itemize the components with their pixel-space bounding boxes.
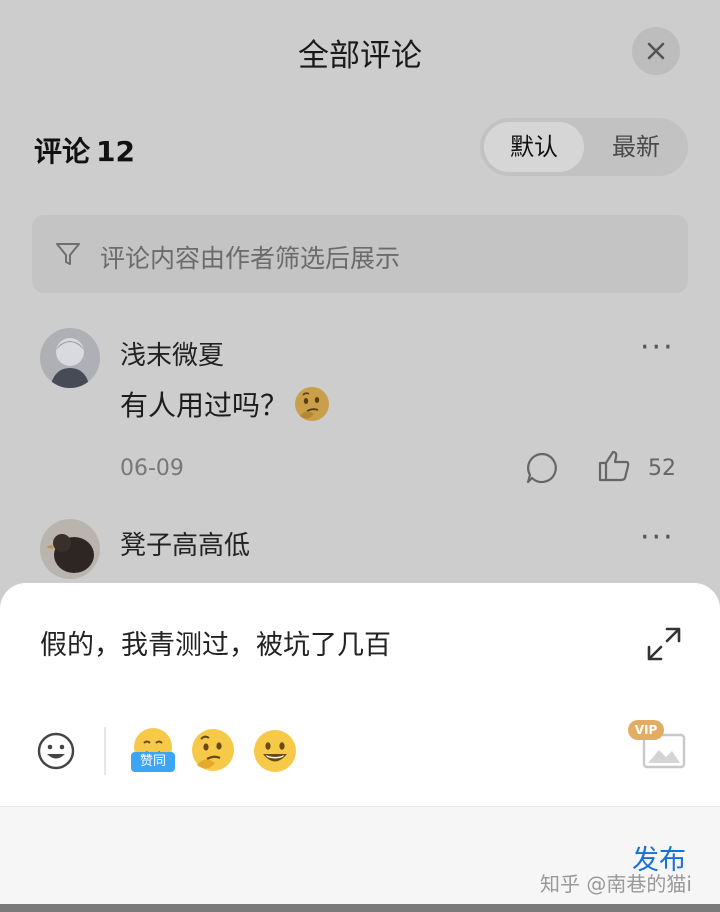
expand-icon [647, 627, 681, 661]
close-icon [647, 42, 665, 60]
emoji-picker-button[interactable] [36, 731, 76, 775]
quick-emoji-thinking[interactable] [188, 725, 238, 779]
reply-button[interactable] [524, 450, 560, 490]
comments-count-number: 12 [96, 135, 135, 168]
agree-tag: 赞同 [131, 752, 175, 772]
smiley-icon [37, 732, 75, 770]
close-button[interactable] [632, 27, 680, 75]
comments-label: 评论 [34, 135, 91, 168]
composer-toolbar [0, 703, 720, 803]
expand-button[interactable] [646, 626, 682, 666]
quick-emoji-grinning[interactable] [251, 727, 299, 779]
like-button[interactable] [596, 448, 632, 488]
bottom-strip [0, 904, 720, 912]
grinning-face-icon [254, 730, 296, 772]
thinking-face-icon [295, 387, 330, 421]
comment-author[interactable]: 凳子高高低 [120, 525, 250, 562]
filter-notice-text: 评论内容由作者筛选后展示 [100, 244, 401, 273]
thinking-face-icon [192, 729, 234, 771]
comment-input[interactable]: 假的，我青测过，被坑了几百 [40, 623, 391, 662]
sort-toggle: 默认 最新 [480, 118, 688, 176]
comment-date: 06-09 [120, 456, 184, 481]
avatar[interactable] [40, 519, 100, 579]
avatar[interactable] [40, 328, 100, 388]
toolbar-divider [104, 727, 106, 775]
comment-text: 有人用过吗？ [120, 389, 289, 422]
comments-count: 评论 12 [34, 130, 135, 170]
thumbs-up-icon [598, 450, 630, 482]
watermark: 知乎 @南巷的猫i [540, 872, 692, 896]
avatar-image [40, 328, 100, 388]
avatar-image [40, 519, 100, 579]
like-count: 52 [648, 456, 676, 481]
comment-author[interactable]: 浅末微夏 [120, 335, 224, 372]
sort-newest-tab[interactable]: 最新 [588, 122, 684, 172]
filter-icon [56, 243, 80, 265]
more-options-button[interactable]: ··· [640, 330, 675, 365]
vip-badge: VIP [628, 720, 664, 740]
comment-text-row: 有人用过吗？ [120, 384, 332, 424]
reply-icon [526, 452, 557, 484]
filter-notice: 评论内容由作者筛选后展示 [32, 215, 688, 293]
more-options-button[interactable]: ··· [640, 520, 675, 555]
sheet-header: 全部评论 [0, 0, 720, 104]
sort-default-tab[interactable]: 默认 [484, 122, 584, 172]
sheet-title: 全部评论 [298, 38, 422, 74]
